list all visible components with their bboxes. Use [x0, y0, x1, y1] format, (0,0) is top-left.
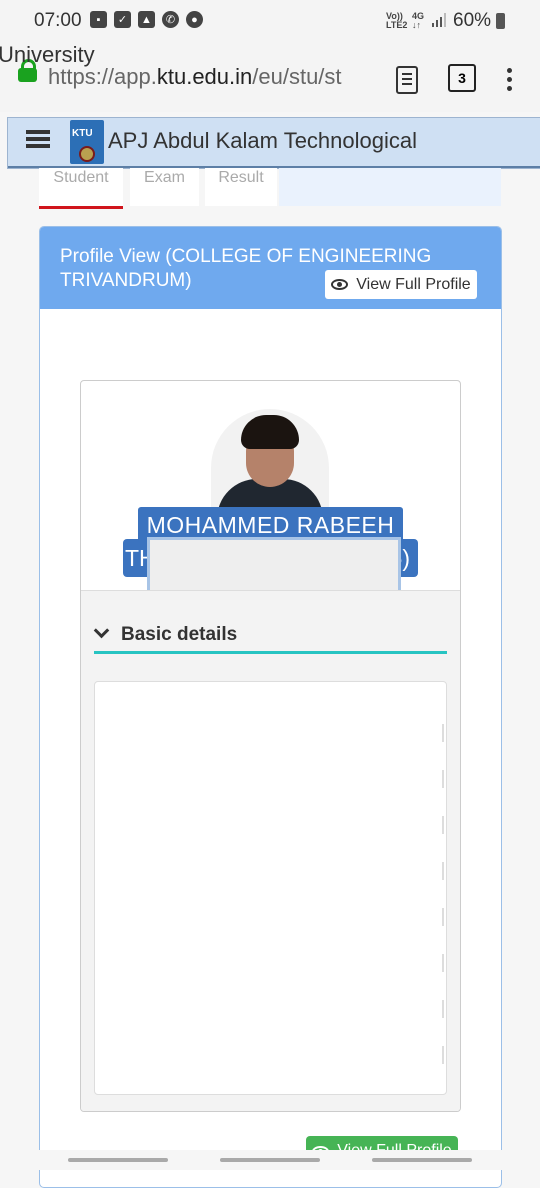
- row-divider: [442, 954, 444, 972]
- row-divider: [442, 1046, 444, 1064]
- 4g-indicator: 4G ↓↑: [412, 11, 425, 30]
- image-icon: ▲: [138, 11, 155, 28]
- back-button[interactable]: [372, 1158, 472, 1162]
- ktu-logo: KTU: [70, 120, 104, 164]
- row-divider: [442, 816, 444, 834]
- row-divider: [442, 724, 444, 742]
- avatar: [211, 409, 329, 509]
- volte-indicator: Vo)) LTE2: [386, 11, 408, 30]
- secure-lock-icon[interactable]: [18, 59, 37, 82]
- section-underline: [94, 651, 447, 654]
- system-navigation-bar: [0, 1150, 540, 1170]
- home-button[interactable]: [220, 1158, 320, 1162]
- tab-exam[interactable]: Exam: [130, 168, 199, 206]
- signal-icon: [432, 13, 446, 27]
- status-bar: 07:00 ▪ ✓ ▲ ✆ ● Vo)) LTE2 4G ↓↑ 60%: [0, 0, 540, 44]
- student-summary-card: TH 6) MOHAMMED RABEEH Basic details: [80, 380, 461, 1112]
- checkbox-icon: ✓: [114, 11, 131, 28]
- profile-card-header: Profile View (COLLEGE OF ENGINEERING TRI…: [40, 227, 501, 309]
- site-header: KTU APJ Abdul Kalam Technological: [7, 117, 540, 169]
- browser-menu-icon[interactable]: [507, 68, 512, 95]
- whatsapp-icon: ✆: [162, 11, 179, 28]
- basic-details-panel: Basic details: [81, 590, 460, 1111]
- reader-mode-icon[interactable]: [396, 66, 418, 94]
- view-full-profile-button[interactable]: View Full Profile: [325, 270, 477, 299]
- view-full-profile-label: View Full Profile: [356, 275, 471, 293]
- tab-result[interactable]: Result: [205, 168, 277, 206]
- firefox-icon: ●: [186, 11, 203, 28]
- row-divider: [442, 770, 444, 788]
- tab-bar-filler: [279, 168, 501, 206]
- lock-icon: ▪: [90, 11, 107, 28]
- basic-details-toggle[interactable]: Basic details: [93, 622, 238, 646]
- row-divider: [442, 1000, 444, 1018]
- menu-toggle-icon[interactable]: [26, 130, 50, 151]
- chevron-down-icon: [93, 622, 110, 639]
- url-bar[interactable]: https://app.ktu.edu.in/eu/stu/st: [48, 64, 378, 90]
- row-divider: [442, 908, 444, 926]
- row-divider: [442, 862, 444, 880]
- notification-icons: ▪ ✓ ▲ ✆ ●: [90, 11, 203, 28]
- basic-details-label: Basic details: [121, 624, 238, 645]
- eye-icon: [331, 279, 349, 290]
- basic-details-box: [94, 681, 447, 1095]
- battery-icon: [496, 13, 505, 29]
- tab-switcher-button[interactable]: 3: [448, 64, 476, 92]
- site-title: APJ Abdul Kalam Technological: [108, 128, 418, 153]
- profile-card: Profile View (COLLEGE OF ENGINEERING TRI…: [39, 226, 502, 1188]
- site-title-overflow: University: [0, 42, 95, 67]
- status-time: 07:00: [34, 10, 82, 31]
- tab-student[interactable]: Student: [39, 168, 123, 209]
- battery-percent: 60%: [453, 10, 492, 31]
- recent-apps-button[interactable]: [68, 1158, 168, 1162]
